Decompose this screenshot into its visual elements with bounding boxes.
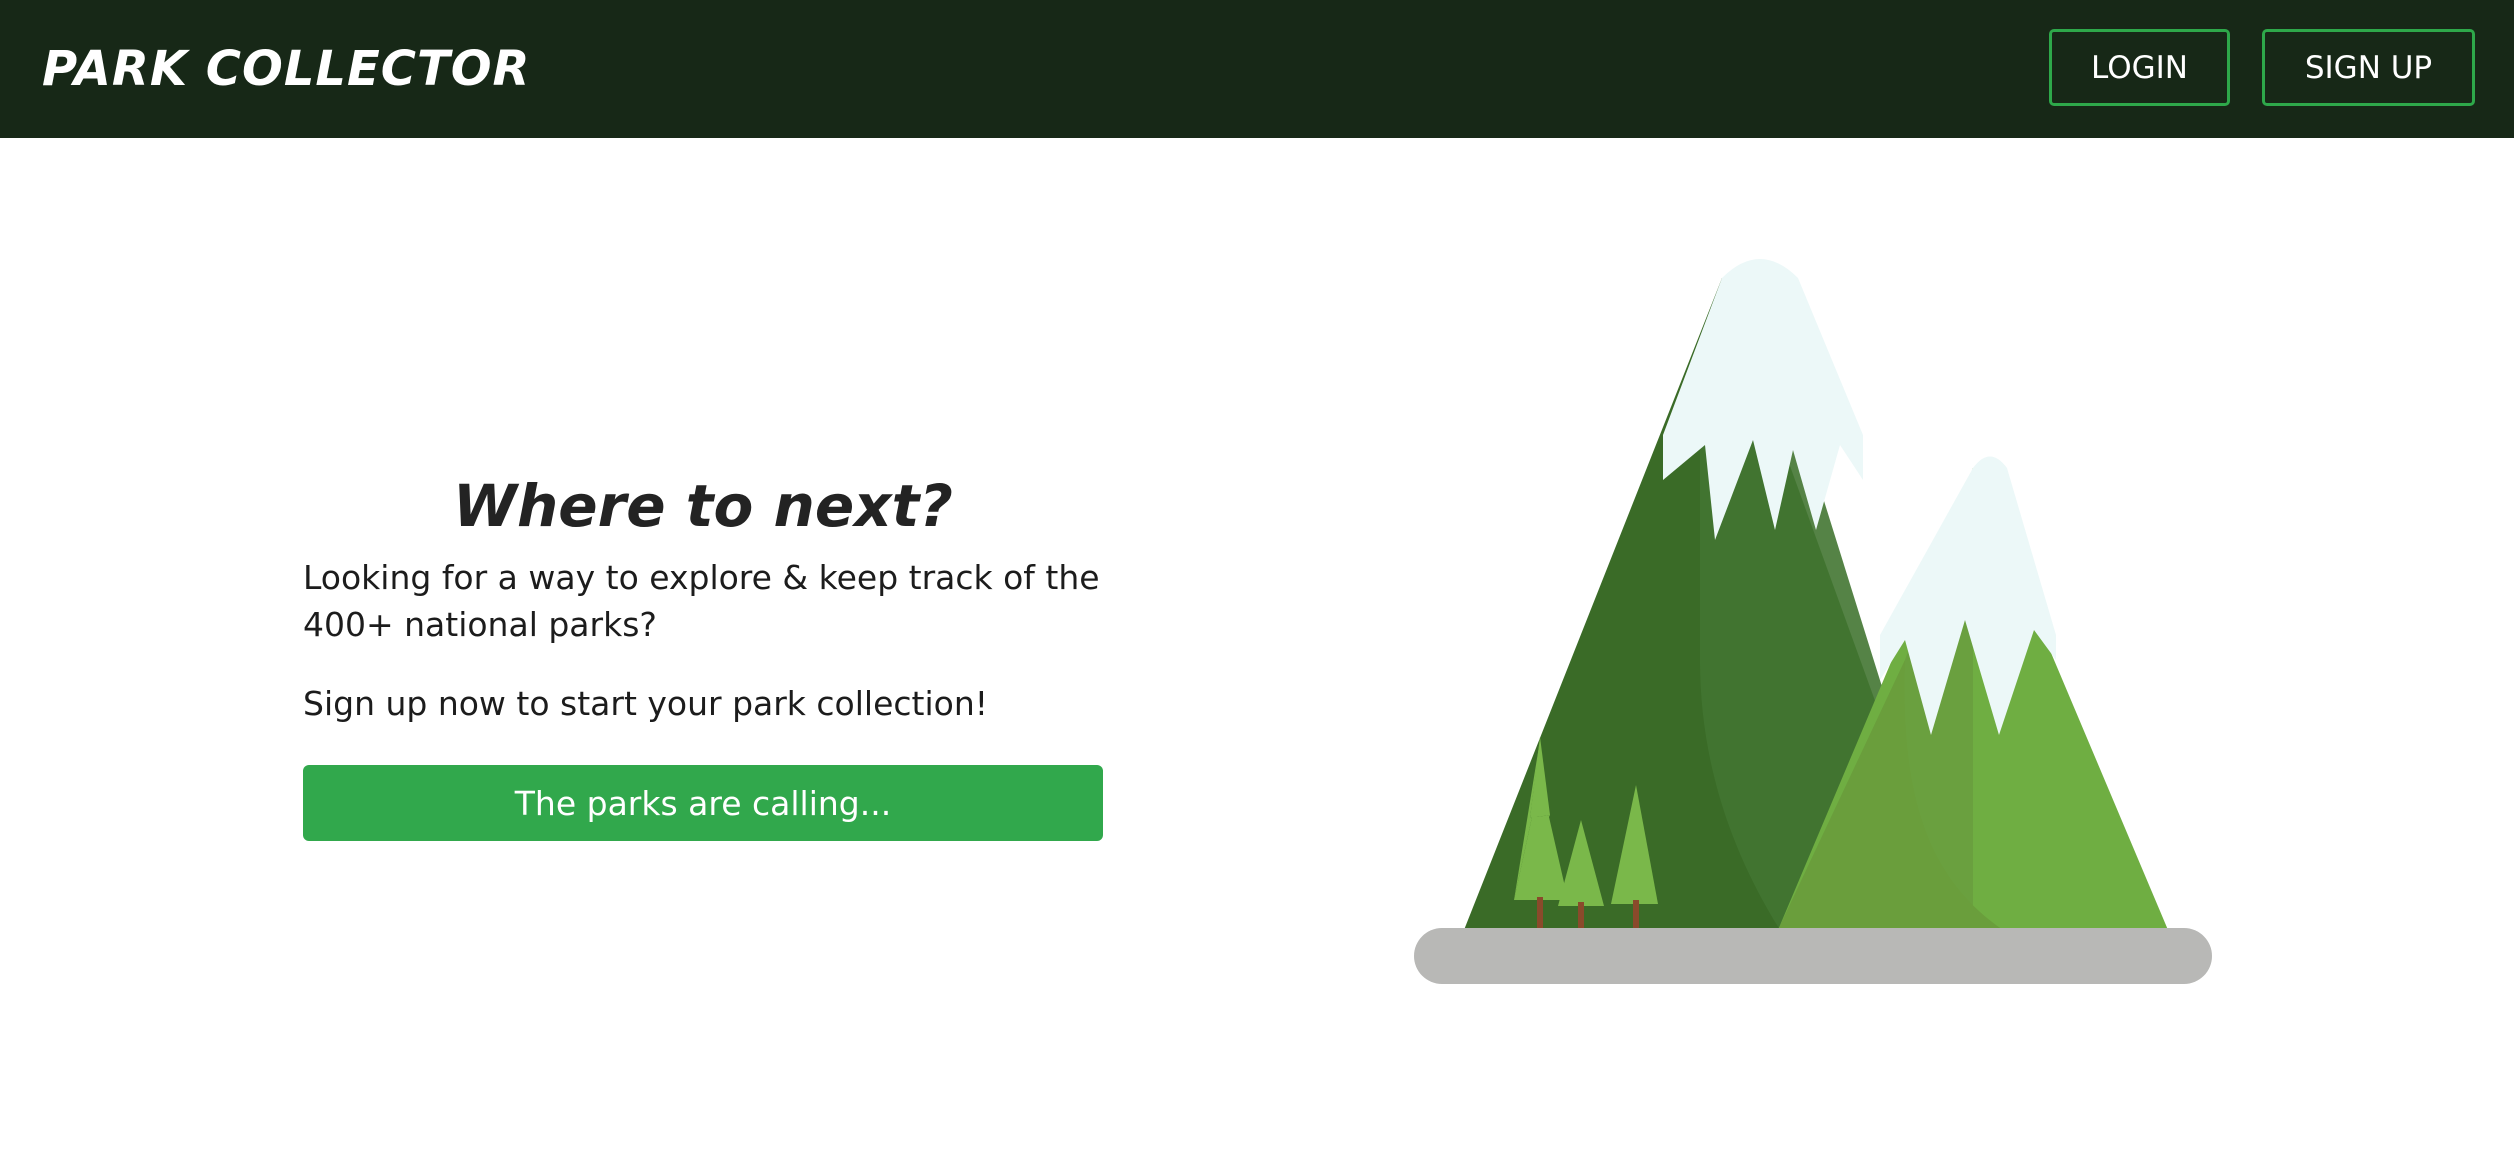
ground-base: [1414, 928, 2212, 984]
signup-button[interactable]: SIGN UP: [2262, 29, 2475, 106]
brand-logo[interactable]: Park Collector: [42, 36, 531, 102]
hero-title: Where to next?: [453, 472, 953, 540]
top-navbar: Park Collector LOGIN SIGN UP: [0, 0, 2514, 138]
hero-description: Looking for a way to explore & keep trac…: [303, 558, 1100, 644]
hero-signup-prompt: Sign up now to start your park collectio…: [303, 684, 988, 723]
login-button[interactable]: LOGIN: [2049, 29, 2230, 106]
hero-text-block: Where to next? Looking for a way to expl…: [303, 470, 1103, 727]
cta-button[interactable]: The parks are calling...: [303, 765, 1103, 841]
mountains-illustration: [1414, 259, 2212, 984]
